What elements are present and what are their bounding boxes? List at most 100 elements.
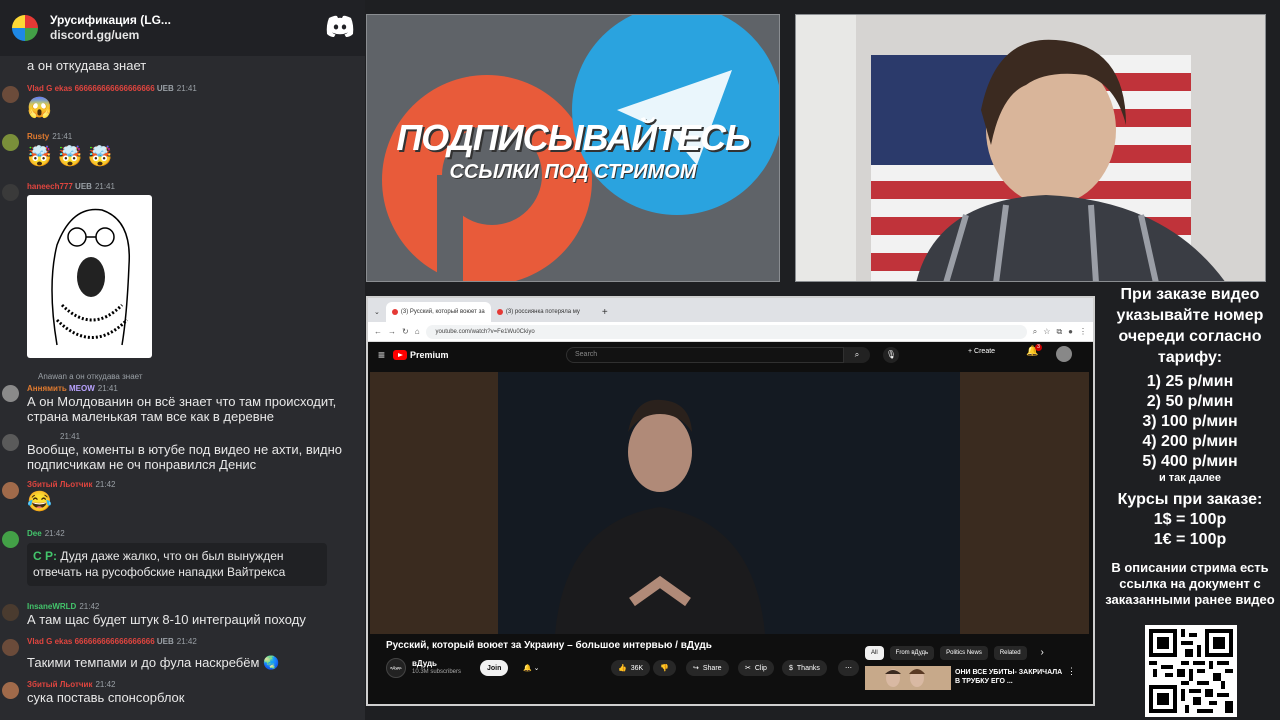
search-input[interactable]: Search (566, 347, 844, 363)
clip-button[interactable]: ✂ Clip (738, 660, 774, 676)
discord-logo-icon (326, 15, 354, 37)
share-icon: ↪ (693, 665, 699, 672)
youtube-favicon-icon (496, 309, 503, 315)
avatar (2, 184, 19, 201)
microphone-icon[interactable]: 🎙 (883, 347, 899, 363)
video-player[interactable] (370, 372, 1089, 634)
avatar (2, 86, 19, 103)
chevron-right-icon[interactable]: › (1041, 646, 1044, 660)
channel-name[interactable]: вДудь (412, 659, 437, 668)
emoji: 🤯 🤯 🤯 (27, 146, 113, 168)
youtube-logo[interactable]: Premium (393, 350, 449, 360)
avatar (2, 482, 19, 499)
channel-row: вДудь вДудь 10.3M subscribers Join 🔔 ⌄ 👍… (386, 656, 859, 680)
chip-all[interactable]: All (865, 646, 884, 660)
meme-image[interactable] (27, 195, 152, 358)
related-video[interactable]: ОНИ ВСЕ УБИТЫ- ЗАКРИЧАЛА В ТРУБКУ ЕГО ..… (865, 666, 1076, 690)
kebab-menu-icon[interactable]: ⋮ (1067, 666, 1076, 677)
chip-from-channel[interactable]: From вДудь (889, 646, 935, 660)
browser-tab-active[interactable]: (3) Русский, который воюет за (385, 302, 491, 322)
price-item: 5) 400 р/мин (1142, 453, 1238, 470)
youtube-masthead: ≡ Premium Search ⌕ 🎙 + Create 🔔 3 (368, 342, 1093, 368)
message-text: Такими темпами и до фула наскребём 🌏 (27, 655, 280, 670)
related-chips: All From вДудь Politics News Related › (865, 646, 1044, 660)
browser-tab-bar: ⌄ (3) Русский, который воюет за (3) росс… (368, 298, 1093, 322)
username: Аннямить MEOW 21:41 (27, 384, 118, 393)
chip-related[interactable]: Related (993, 646, 1027, 660)
message-text: сука поставь спонсорблок (27, 690, 185, 705)
quote-message: C P: Дудя даже жалко, что он был вынужде… (27, 543, 327, 586)
address-bar: ← → ↻ ⌂ youtube.com/watch?v=Fe1Wu0Ckiyo … (368, 322, 1093, 342)
rate-item: 1$ = 100р (1153, 511, 1227, 528)
avatar (2, 385, 19, 402)
extensions-icon[interactable]: ⧉ (1056, 327, 1062, 337)
emoji: 😂 (27, 491, 52, 513)
username: haneech777 UEB 21:41 (27, 182, 115, 191)
bookmark-star-icon[interactable]: ☆ (1043, 327, 1050, 336)
soyjak-drawing (51, 208, 131, 346)
notification-bell-icon[interactable]: 🔔 ⌄ (516, 660, 547, 676)
username: Rusty 21:41 (27, 132, 73, 141)
avatar (2, 639, 19, 656)
avatar (2, 604, 19, 621)
new-tab-icon[interactable]: + (596, 302, 614, 322)
server-icon (12, 15, 38, 41)
reload-icon[interactable]: ↻ (402, 327, 409, 336)
video-frame (370, 372, 1089, 634)
forward-icon[interactable]: → (388, 327, 396, 336)
subscribe-promo-banner: ПОДПИСЫВАЙТЕСЬ ССЫЛКИ ПОД СТРИМОМ (366, 14, 780, 282)
back-icon[interactable]: ← (374, 327, 382, 336)
account-avatar[interactable] (1056, 346, 1072, 362)
message-text: а он откудава знает (27, 58, 147, 73)
browser-tab[interactable]: (3) россиянка потеряла му (491, 302, 596, 322)
profile-icon[interactable]: ● (1068, 327, 1073, 336)
zoom-icon[interactable]: ⌕ (1033, 327, 1037, 337)
emoji: 😱 (27, 97, 52, 119)
message-text: А там щас будет штук 8-10 интеграций пох… (27, 612, 306, 627)
username: Dee 21:42 (27, 529, 65, 538)
like-button[interactable]: 👍 36K (611, 660, 651, 676)
price-item: 2) 50 р/мин (1146, 393, 1234, 410)
username: Збитый Льотчик 21:42 (27, 680, 116, 689)
search-icon[interactable]: ⌕ (844, 347, 870, 363)
message-text: А он Молдованин он всё знает что там про… (27, 394, 337, 424)
url-field[interactable]: youtube.com/watch?v=Fe1Wu0Ckiyo (425, 324, 1027, 339)
home-icon[interactable]: ⌂ (415, 327, 420, 336)
discord-chat-overlay: Урусификация (LG... discord.gg/uem а он … (0, 0, 365, 720)
qr-code[interactable] (1145, 625, 1237, 717)
share-button[interactable]: ↪ Share (686, 660, 729, 676)
price-item: 1) 25 р/мин (1146, 373, 1234, 390)
related-video-title: ОНИ ВСЕ УБИТЫ- ЗАКРИЧАЛА В ТРУБКУ ЕГО ..… (955, 669, 1063, 685)
courses-title: Курсы при заказе: (1117, 491, 1263, 508)
tab-list-icon[interactable]: ⌄ (374, 308, 380, 316)
order-info-panel: При заказе видео указывайте номер очеред… (1100, 284, 1280, 720)
description-note: В описании стрима есть ссылка на докумен… (1105, 560, 1275, 607)
create-button[interactable]: + Create (968, 348, 995, 355)
avatar (2, 134, 19, 151)
thanks-button[interactable]: $ Thanks (782, 660, 827, 676)
tab-title: (3) россиянка потеряла му (505, 309, 580, 315)
related-video-thumbnail[interactable] (865, 666, 951, 690)
channel-avatar[interactable]: вДудь (386, 658, 406, 678)
avatar (2, 531, 19, 548)
qr-code-icon (1149, 629, 1233, 713)
server-invite-link[interactable]: discord.gg/uem (50, 28, 171, 43)
join-button[interactable]: Join (480, 660, 509, 676)
reply-preview: Anawan а он откудава знает (38, 372, 143, 381)
more-actions-icon[interactable]: ⋯ (838, 660, 859, 676)
username: Vlad G ekas 666666666666666666 UEB 21:41 (27, 84, 197, 93)
username: Vlad G ekas 666666666666666666 UEB 21:42 (27, 637, 197, 646)
hamburger-menu-icon[interactable]: ≡ (378, 348, 385, 362)
price-etc: и так далее (1158, 472, 1222, 484)
thumbs-down-icon: 👎 (660, 665, 669, 672)
price-list: 1) 25 р/мин 2) 50 р/мин 3) 100 р/мин 4) … (1100, 372, 1280, 485)
video-title: Русский, который воюет за Украину – боль… (386, 640, 712, 651)
username: InsaneWRLD 21:42 (27, 602, 100, 611)
chip-politics-news[interactable]: Politics News (940, 646, 988, 660)
dislike-button[interactable]: 👎 (653, 660, 676, 676)
youtube-favicon-icon (391, 309, 398, 315)
rate-item: 1€ = 100р (1153, 531, 1227, 548)
avatar (2, 434, 19, 451)
price-item: 3) 100 р/мин (1142, 413, 1238, 430)
menu-icon[interactable]: ⋮ (1079, 327, 1087, 336)
